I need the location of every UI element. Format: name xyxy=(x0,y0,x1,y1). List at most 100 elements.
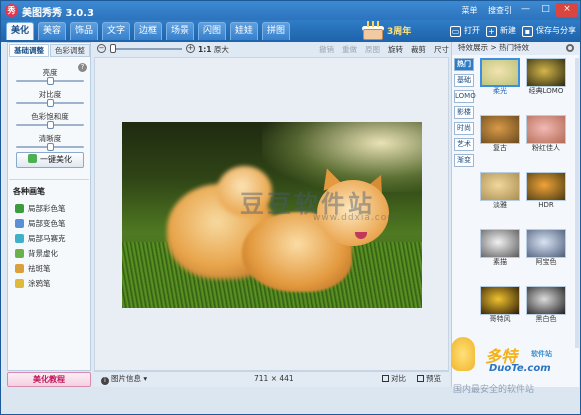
menu-links: 菜单 搜查引 xyxy=(453,5,512,16)
effect-category-tab[interactable]: 基础 xyxy=(454,74,474,87)
brush-item[interactable]: 祛斑笔 xyxy=(15,262,51,275)
folder-icon: ▭ xyxy=(450,25,461,37)
effect-thumbnail[interactable]: 经典LOMO xyxy=(526,58,566,96)
menu-link-search[interactable]: 搜查引 xyxy=(488,6,512,15)
status-bar: i 图片信息 ▾ 711 × 441 对比 预览 xyxy=(94,371,449,386)
tutorial-button[interactable]: 美化教程 xyxy=(7,372,91,387)
effect-thumbnail[interactable]: 阿宝色 xyxy=(526,229,566,267)
effect-label: 经典LOMO xyxy=(528,87,564,95)
brushes-title: 各种画笔 xyxy=(13,187,45,196)
effect-thumbnail[interactable]: 复古 xyxy=(480,115,520,153)
tab-frame[interactable]: 边框 xyxy=(134,22,162,40)
main-tab-bar: 美化 美容 饰品 文字 边框 场景 闪图 娃娃 拼图 3周年 ▭ 打开 + 新建 xyxy=(1,20,580,42)
effects-scrollbar[interactable] xyxy=(575,58,579,348)
brush-item[interactable]: 涂鸦笔 xyxy=(15,277,51,290)
preview-label: 预览 xyxy=(426,374,441,383)
adjust-subtabs: 基础调整 色彩调整 xyxy=(9,44,91,57)
tab-flash[interactable]: 闪图 xyxy=(198,22,226,40)
brush-item[interactable]: 局部彩色笔 xyxy=(15,202,66,215)
duote-brand-small: 软件站 xyxy=(531,350,552,358)
effect-preview-image xyxy=(480,58,520,87)
brush-item[interactable]: 局部马赛克 xyxy=(15,232,66,245)
compare-button[interactable]: 对比 xyxy=(382,372,406,386)
effect-label: 哥特风 xyxy=(489,315,511,323)
slider-thumb[interactable] xyxy=(46,143,54,151)
brush-label: 局部马赛克 xyxy=(28,233,66,243)
undo-button[interactable]: 撤销 xyxy=(319,44,334,55)
effect-thumbnail[interactable]: 黑白色 xyxy=(526,286,566,324)
image-info-button[interactable]: i 图片信息 ▾ xyxy=(101,372,147,386)
crop-button[interactable]: 裁剪 xyxy=(411,44,426,55)
duote-mascot-icon xyxy=(451,337,475,371)
effect-label: 淡雅 xyxy=(493,201,507,209)
zoom-slider-thumb[interactable] xyxy=(110,44,116,53)
app-title: 美图秀秀 3.0.3 xyxy=(22,8,94,19)
minimize-button[interactable]: — xyxy=(516,3,535,17)
tab-color-adjust[interactable]: 色彩调整 xyxy=(50,44,90,57)
effect-category-tab[interactable]: 时尚 xyxy=(454,122,474,135)
brush-icon xyxy=(15,204,24,213)
effect-thumbnail[interactable]: 粉红佳人 xyxy=(526,115,566,153)
one-key-beautify-button[interactable]: 一键美化 xyxy=(16,152,84,168)
effect-category-tab[interactable]: 热门 xyxy=(454,58,474,71)
effect-preview-image xyxy=(526,115,566,144)
close-button[interactable]: × xyxy=(556,3,578,17)
one-key-label: 一键美化 xyxy=(40,155,72,164)
brush-item[interactable]: 局部变色笔 xyxy=(15,217,66,230)
menu-link-menu[interactable]: 菜单 xyxy=(461,6,477,15)
actual-size-button[interactable]: 1:1 原大 xyxy=(198,44,229,55)
adjust-panel: 基础调整 色彩调整 ? 亮度 对比度 色彩饱和度 清晰度 一键美化 各种画笔 局部彩色… xyxy=(7,42,91,371)
tab-doll[interactable]: 娃娃 xyxy=(230,22,258,40)
effect-thumbnail[interactable]: 哥特风 xyxy=(480,286,520,324)
effect-label: 粉红佳人 xyxy=(532,144,560,152)
effect-category-tab[interactable]: 艺术 xyxy=(454,138,474,151)
zoom-slider-track[interactable] xyxy=(110,48,182,50)
effect-preview-image xyxy=(480,286,520,315)
slider-thumb[interactable] xyxy=(46,77,54,85)
effect-preview-image xyxy=(480,115,520,144)
maximize-button[interactable]: □ xyxy=(536,3,555,17)
title-bar: 秀 美图秀秀 3.0.3 菜单 搜查引 — □ × xyxy=(1,1,580,20)
save-share-label: 保存与分享 xyxy=(536,26,576,35)
tab-collage[interactable]: 拼图 xyxy=(262,22,290,40)
slider-2: 色彩饱和度 xyxy=(12,111,88,133)
effect-category-tab[interactable]: 影楼 xyxy=(454,106,474,119)
slider-thumb[interactable] xyxy=(46,121,54,129)
settings-gear-icon[interactable] xyxy=(566,44,574,52)
zoom-out-icon[interactable]: − xyxy=(97,44,106,53)
ratio-label: 原大 xyxy=(213,45,229,54)
effect-thumbnail[interactable]: 柔光 xyxy=(480,58,520,96)
original-button[interactable]: 原图 xyxy=(365,44,380,55)
effect-label: 素描 xyxy=(493,258,507,266)
tab-text[interactable]: 文字 xyxy=(102,22,130,40)
redo-button[interactable]: 重做 xyxy=(342,44,357,55)
tab-accessories[interactable]: 饰品 xyxy=(70,22,98,40)
open-button[interactable]: ▭ 打开 xyxy=(450,23,480,39)
slider-thumb[interactable] xyxy=(46,99,54,107)
brush-list: 各种画笔 局部彩色笔局部变色笔局部马赛克背景虚化祛斑笔涂鸦笔 xyxy=(9,179,89,304)
rotate-button[interactable]: 旋转 xyxy=(388,44,403,55)
tab-beautify[interactable]: 美化 xyxy=(6,22,34,40)
image-info-label: 图片信息 xyxy=(111,374,141,383)
new-button[interactable]: + 新建 xyxy=(486,23,516,39)
zoom-in-icon[interactable]: + xyxy=(186,44,195,53)
effect-thumbnail[interactable]: HDR xyxy=(526,172,566,210)
tab-face[interactable]: 美容 xyxy=(38,22,66,40)
effect-thumbnail[interactable]: 淡雅 xyxy=(480,172,520,210)
effect-category-tab[interactable]: 渐变 xyxy=(454,154,474,167)
slider-1: 对比度 xyxy=(12,89,88,111)
preview-button[interactable]: 预览 xyxy=(417,372,441,386)
window-controls: — □ × xyxy=(515,3,578,17)
brush-label: 祛斑笔 xyxy=(28,263,51,273)
tab-basic-adjust[interactable]: 基础调整 xyxy=(9,44,49,57)
adjust-sliders: 亮度 对比度 色彩饱和度 清晰度 xyxy=(12,67,88,155)
resize-button[interactable]: 尺寸 xyxy=(434,44,449,55)
effect-thumbnail[interactable]: 素描 xyxy=(480,229,520,267)
brush-item[interactable]: 背景虚化 xyxy=(15,247,58,260)
effect-preview-image xyxy=(526,172,566,201)
effect-category-tab[interactable]: LOMO xyxy=(454,90,476,103)
brush-label: 背景虚化 xyxy=(28,248,58,258)
tab-scene[interactable]: 场景 xyxy=(166,22,194,40)
save-share-button[interactable]: ▪ 保存与分享 xyxy=(522,23,576,39)
file-toolbar: ▭ 打开 + 新建 ▪ 保存与分享 xyxy=(444,23,576,39)
